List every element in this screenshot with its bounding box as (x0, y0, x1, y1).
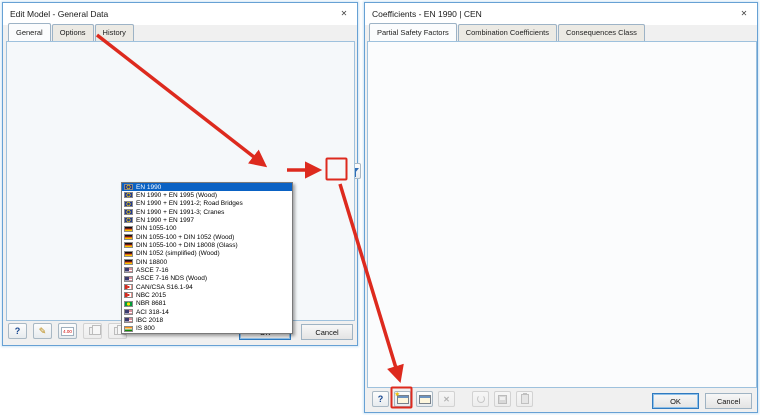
star-icon: ★ (395, 391, 400, 398)
standard-option-label: DIN 1055-100 (136, 225, 176, 232)
standard-option-label: IBC 2018 (136, 317, 163, 324)
pencil-icon: ✎ (39, 326, 47, 337)
standard-option[interactable]: EN 1990 + EN 1997 (122, 216, 292, 224)
ca-flag-icon (124, 284, 133, 290)
standard-option-label: ASCE 7-16 NDS (Wood) (136, 275, 207, 282)
standard-option[interactable]: ASCE 7-16 (122, 266, 292, 274)
us-flag-icon (124, 276, 133, 282)
annex-window-icon (419, 395, 431, 404)
standard-option-label: DIN 1052 (simplified) (Wood) (136, 250, 220, 257)
standard-option[interactable]: DIN 1052 (simplified) (Wood) (122, 250, 292, 258)
units-icon: 4.00 (61, 327, 74, 336)
standard-option[interactable]: DIN 18800 (122, 258, 292, 266)
coefficients-title: Coefficients - EN 1990 | CEN (372, 9, 482, 19)
save-button[interactable] (494, 391, 511, 407)
us-flag-icon (124, 309, 133, 315)
standard-option-label: NBR 8681 (136, 300, 166, 307)
copy-sheets-icon (114, 327, 121, 335)
standard-option-label: DIN 1055-100 + DIN 18008 (Glass) (136, 242, 238, 249)
eu-flag-icon (124, 217, 133, 223)
de-flag-icon (124, 226, 133, 232)
standards-dropdown-list: EN 1990EN 1990 + EN 1995 (Wood)EN 1990 +… (121, 182, 293, 334)
coefficients-titlebar: Coefficients - EN 1990 | CEN (365, 3, 757, 25)
de-flag-icon (124, 259, 133, 265)
cancel-button[interactable]: Cancel (705, 393, 752, 409)
in-flag-icon (124, 326, 133, 332)
de-flag-icon (124, 234, 133, 240)
standard-option-label: ASCE 7-16 (136, 267, 169, 274)
standard-option-label: NBC 2015 (136, 292, 166, 299)
tab-partial-safety-factors[interactable]: Partial Safety Factors (369, 23, 457, 41)
help-button[interactable]: ? (372, 391, 389, 407)
standard-option-label: EN 1990 + EN 1991-3; Cranes (136, 209, 224, 216)
edit-annex-button[interactable] (416, 391, 433, 407)
standard-option-label: ACI 318-14 (136, 309, 169, 316)
standard-option-label: EN 1990 + EN 1991-2; Road Bridges (136, 200, 243, 207)
eu-flag-icon (124, 201, 133, 207)
standard-option[interactable]: CAN/CSA S16.1-94 (122, 283, 292, 291)
copy-sheets-icon (89, 327, 96, 335)
standard-option-label: EN 1990 + EN 1997 (136, 217, 194, 224)
help-button[interactable]: ? (8, 323, 27, 339)
standard-option-label: CAN/CSA S16.1-94 (136, 284, 193, 291)
standard-option[interactable]: ASCE 7-16 NDS (Wood) (122, 275, 292, 283)
de-flag-icon (124, 242, 133, 248)
clipboard-button[interactable] (516, 391, 533, 407)
standard-option[interactable]: EN 1990 + EN 1991-2; Road Bridges (122, 200, 292, 208)
coefficients-dialog: Coefficients - EN 1990 | CEN ✕ Partial S… (364, 2, 758, 413)
ca-flag-icon (124, 292, 133, 298)
close-icon[interactable]: ✕ (336, 7, 352, 21)
standard-option[interactable]: EN 1990 + EN 1991-3; Cranes (122, 208, 292, 216)
standard-option[interactable]: EN 1990 (122, 183, 292, 191)
tab-combination-coefficients[interactable]: Combination Coefficients (458, 24, 557, 41)
us-flag-icon (124, 267, 133, 273)
standard-option-label: DIN 1055-100 + DIN 1052 (Wood) (136, 234, 234, 241)
standard-option-label: IS 800 (136, 325, 155, 332)
standard-option[interactable]: ACI 318-14 (122, 308, 292, 316)
ok-button[interactable]: OK (652, 393, 699, 409)
standard-option-label: EN 1990 (136, 184, 161, 191)
edit-comment-button[interactable]: ✎ (33, 323, 52, 339)
units-button[interactable]: 4.00 (58, 323, 77, 339)
cancel-button[interactable]: Cancel (301, 324, 353, 340)
br-flag-icon (124, 301, 133, 307)
reset-icon (477, 395, 485, 403)
standard-option[interactable]: DIN 1055-100 (122, 225, 292, 233)
standard-option[interactable]: IBC 2018 (122, 316, 292, 324)
help-icon: ? (15, 326, 21, 336)
eu-flag-icon (124, 209, 133, 215)
reset-button[interactable] (472, 391, 489, 407)
help-icon: ? (378, 394, 384, 404)
edit-model-titlebar: Edit Model - General Data (3, 3, 357, 25)
standard-option[interactable]: DIN 1055-100 + DIN 18008 (Glass) (122, 241, 292, 249)
standard-option[interactable]: NBR 8681 (122, 300, 292, 308)
de-flag-icon (124, 251, 133, 257)
standard-option-label: DIN 18800 (136, 259, 167, 266)
us-flag-icon (124, 317, 133, 323)
standard-option[interactable]: EN 1990 + EN 1995 (Wood) (122, 191, 292, 199)
tab-consequences-class[interactable]: Consequences Class (558, 24, 645, 41)
standard-option[interactable]: IS 800 (122, 325, 292, 333)
edit-model-title: Edit Model - General Data (10, 9, 108, 19)
edit-model-dialog: Edit Model - General Data ✕ General Opti… (2, 2, 358, 346)
delete-icon: ✕ (443, 395, 450, 404)
tab-history[interactable]: History (95, 24, 134, 41)
new-annex-icon: ★ (397, 395, 409, 404)
clipboard-icon (521, 394, 529, 404)
eu-flag-icon (124, 192, 133, 198)
standard-option-label: EN 1990 + EN 1995 (Wood) (136, 192, 217, 199)
copy-model-button[interactable] (83, 323, 102, 339)
tab-options[interactable]: Options (52, 24, 94, 41)
new-annex-button[interactable]: ★ (394, 391, 411, 407)
standard-option[interactable]: DIN 1055-100 + DIN 1052 (Wood) (122, 233, 292, 241)
standard-option[interactable]: NBC 2015 (122, 291, 292, 299)
close-icon[interactable]: ✕ (736, 7, 752, 21)
delete-annex-button[interactable]: ✕ (438, 391, 455, 407)
tab-general[interactable]: General (8, 23, 51, 41)
eu-flag-icon (124, 184, 133, 190)
psf-tab-page (367, 41, 757, 388)
save-disk-icon (498, 395, 507, 404)
